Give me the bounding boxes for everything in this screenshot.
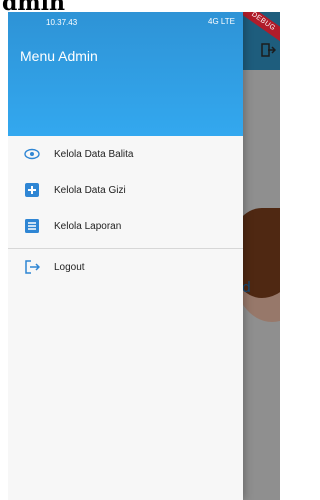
logout-icon bbox=[24, 259, 40, 275]
page-heading: dmin bbox=[0, 0, 280, 12]
menu-item-label: Kelola Data Gizi bbox=[54, 184, 126, 196]
page-heading-text: dmin bbox=[2, 0, 65, 12]
drawer-menu: Kelola Data Balita Kelola Data Gizi Kelo… bbox=[8, 136, 243, 285]
menu-item-label: Logout bbox=[54, 261, 85, 273]
list-icon bbox=[24, 218, 40, 234]
menu-item-kelola-data-gizi[interactable]: Kelola Data Gizi bbox=[8, 172, 243, 208]
menu-item-logout[interactable]: Logout bbox=[8, 249, 243, 285]
navigation-drawer: 10.37.43 4G LTE Menu Admin Kelola Data B… bbox=[8, 12, 243, 500]
drawer-header: 10.37.43 4G LTE Menu Admin bbox=[8, 12, 243, 136]
menu-item-kelola-laporan[interactable]: Kelola Laporan bbox=[8, 208, 243, 244]
status-icons: 4G LTE bbox=[208, 17, 235, 26]
status-bar: 10.37.43 4G LTE bbox=[8, 12, 243, 36]
drawer-title: Menu Admin bbox=[20, 48, 98, 64]
menu-item-kelola-data-balita[interactable]: Kelola Data Balita bbox=[8, 136, 243, 172]
menu-item-label: Kelola Laporan bbox=[54, 220, 122, 232]
menu-item-label: Kelola Data Balita bbox=[54, 148, 134, 160]
phone-screen: d DEBUG 10.37.43 4G LTE Menu Admin Kelol… bbox=[8, 12, 280, 500]
eye-icon bbox=[24, 146, 40, 162]
status-time: 10.37.43 bbox=[46, 18, 78, 27]
plus-box-icon bbox=[24, 182, 40, 198]
